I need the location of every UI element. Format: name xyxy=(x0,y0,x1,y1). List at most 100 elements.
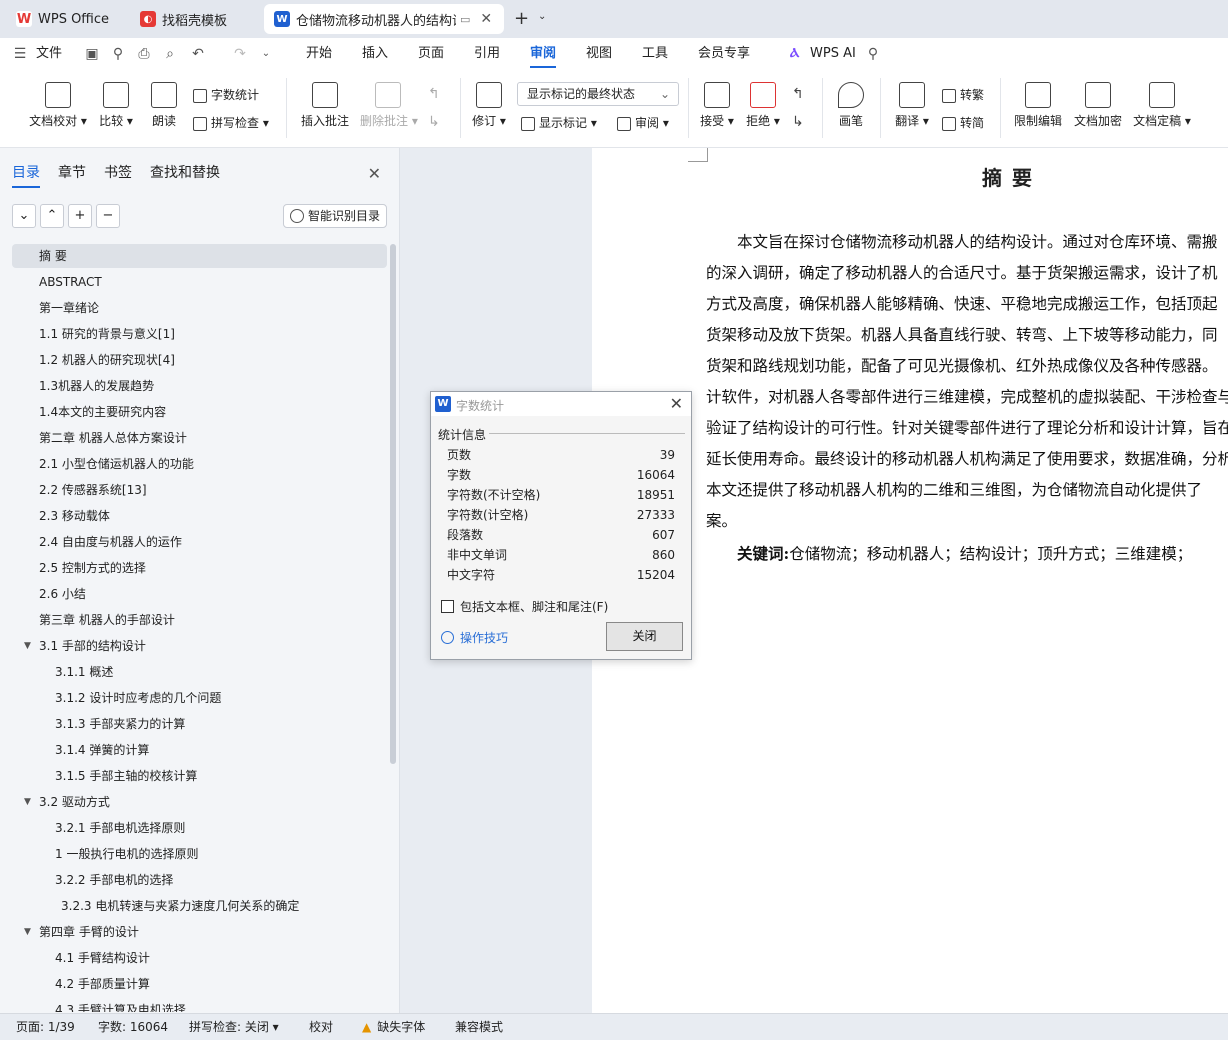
toc-item[interactable]: 摘 要 xyxy=(12,244,387,268)
print-preview-icon[interactable]: ⌕ xyxy=(162,46,178,62)
toc-item[interactable]: 3.1.5 手部主轴的校核计算 xyxy=(12,764,387,788)
toc-item[interactable]: 2.6 小结 xyxy=(12,582,387,606)
spell-check-button[interactable]: 拼写检查 ▾ xyxy=(193,114,269,131)
toc-item[interactable]: ABSTRACT xyxy=(12,270,387,294)
toc-item[interactable]: 2.2 传感器系统[13] xyxy=(12,478,387,502)
toc-item[interactable]: 3.1.4 弹簧的计算 xyxy=(12,738,387,762)
toc-item[interactable]: 4.1 手臂结构设计 xyxy=(12,946,387,970)
tips-link[interactable]: 操作技巧 xyxy=(441,629,508,646)
menu-home[interactable]: 开始 xyxy=(306,38,332,70)
menu-insert[interactable]: 插入 xyxy=(362,38,388,70)
close-button[interactable]: 关闭 xyxy=(606,622,683,651)
remove-heading-button[interactable]: − xyxy=(96,204,120,228)
to-simplified-button[interactable]: 转简 xyxy=(942,114,984,131)
toc-item[interactable]: 1 一般执行电机的选择原则 xyxy=(12,842,387,866)
finalize-button[interactable]: 文档定稿 ▾ xyxy=(1132,82,1192,129)
expand-arrow-icon[interactable]: ▼ xyxy=(24,634,31,658)
read-aloud-button[interactable]: 朗读 xyxy=(146,82,182,129)
toc-item[interactable]: 3.2.1 手部电机选择原则 xyxy=(12,816,387,840)
revise-button[interactable]: 修订 ▾ xyxy=(470,82,508,129)
toc-item[interactable]: 2.4 自由度与机器人的运作 xyxy=(12,530,387,554)
menu-member[interactable]: 会员专享 xyxy=(698,38,750,70)
new-tab-icon[interactable]: + xyxy=(514,8,529,29)
insert-comment-button[interactable]: 插入批注 xyxy=(300,82,350,129)
toc-item[interactable]: 1.1 研究的背景与意义[1] xyxy=(12,322,387,346)
menu-view[interactable]: 视图 xyxy=(586,38,612,70)
pen-button[interactable]: 画笔 xyxy=(834,82,868,129)
word-count-button[interactable]: 字数统计 xyxy=(193,86,259,103)
tab-document[interactable]: W 仓储物流移动机器人的结构设计 ▭ ✕ xyxy=(264,4,504,34)
proofread-indicator[interactable]: 校对 xyxy=(309,1014,333,1040)
previous-comment-icon[interactable]: ↰ xyxy=(428,86,440,102)
menu-file[interactable]: 文件 xyxy=(36,38,62,70)
restrict-edit-button[interactable]: 限制编辑 xyxy=(1012,82,1064,129)
to-traditional-button[interactable]: 转繁 xyxy=(942,86,984,103)
menu-review[interactable]: 审阅 xyxy=(530,38,557,70)
toc-item[interactable]: ▼ 3.1 手部的结构设计 xyxy=(12,634,387,658)
close-icon[interactable]: ✕ xyxy=(368,164,381,183)
share-icon[interactable]: ⚲ xyxy=(110,46,126,62)
toc-item[interactable]: 3.2.3 电机转速与夹紧力速度几何关系的确定 xyxy=(12,894,387,918)
show-markup-button[interactable]: 显示标记 ▾ xyxy=(521,114,597,131)
toc-item[interactable]: 2.1 小型仓储运机器人的功能 xyxy=(12,452,387,476)
menu-references[interactable]: 引用 xyxy=(474,38,500,70)
expand-arrow-icon[interactable]: ▼ xyxy=(24,920,31,944)
tab-docer[interactable]: ◐ 找稻壳模板 xyxy=(130,4,258,34)
toc-item[interactable]: 3.1.2 设计时应考虑的几个问题 xyxy=(12,686,387,710)
close-icon[interactable]: ✕ xyxy=(670,394,683,413)
smart-toc-button[interactable]: 智能识别目录 xyxy=(283,204,387,228)
print-icon[interactable]: ⎙ xyxy=(136,46,152,62)
review-pane-button[interactable]: 审阅 ▾ xyxy=(617,114,669,131)
previous-change-icon[interactable]: ↰ xyxy=(792,86,804,102)
chevron-down-icon[interactable]: ⌄ xyxy=(538,11,546,22)
hamburger-icon[interactable]: ☰ xyxy=(12,46,28,62)
toc-item[interactable]: 1.3机器人的发展趋势 xyxy=(12,374,387,398)
spell-check-indicator[interactable]: 拼写检查: 关闭 ▾ xyxy=(189,1014,279,1040)
add-heading-button[interactable]: + xyxy=(68,204,92,228)
tab-wps-office[interactable]: W WPS Office xyxy=(6,4,124,34)
markup-state-select[interactable]: 显示标记的最终状态 ⌄ xyxy=(517,82,679,106)
page-indicator[interactable]: 页面: 1/39 xyxy=(16,1014,75,1040)
next-comment-icon[interactable]: ↳ xyxy=(428,114,440,130)
tab-chapters[interactable]: 章节 xyxy=(58,162,86,188)
tab-toc[interactable]: 目录 xyxy=(12,162,40,188)
menu-page[interactable]: 页面 xyxy=(418,38,444,70)
toc-item[interactable]: 4.3 手臂计算及电机选择 xyxy=(12,998,387,1012)
toc-item[interactable]: 2.3 移动载体 xyxy=(12,504,387,528)
search-icon[interactable]: ⚲ xyxy=(865,46,881,62)
compare-button[interactable]: 比较 ▾ xyxy=(96,82,136,129)
toc-item[interactable]: 1.2 机器人的研究现状[4] xyxy=(12,348,387,372)
encrypt-button[interactable]: 文档加密 xyxy=(1072,82,1124,129)
save-icon[interactable]: ▣ xyxy=(84,46,100,62)
chevron-down-icon[interactable]: ⌄ xyxy=(258,46,274,62)
next-change-icon[interactable]: ↳ xyxy=(792,114,804,130)
toc-item[interactable]: 第二章 机器人总体方案设计 xyxy=(12,426,387,450)
expand-arrow-icon[interactable]: ▼ xyxy=(24,790,31,814)
include-textbox-checkbox[interactable]: 包括文本框、脚注和尾注(F) xyxy=(441,598,608,615)
toc-item[interactable]: 1.4本文的主要研究内容 xyxy=(12,400,387,424)
window-icon[interactable]: ▭ xyxy=(460,13,470,26)
menu-tools[interactable]: 工具 xyxy=(642,38,668,70)
collapse-all-button[interactable]: ⌄ xyxy=(12,204,36,228)
expand-up-button[interactable]: ⌃ xyxy=(40,204,64,228)
toc-item[interactable]: 3.1.3 手部夹紧力的计算 xyxy=(12,712,387,736)
menu-wps-ai[interactable]: WPS AI xyxy=(810,38,856,70)
toc-item[interactable]: 3.1.1 概述 xyxy=(12,660,387,684)
delete-comment-button[interactable]: 删除批注 ▾ xyxy=(360,82,418,129)
tab-find-replace[interactable]: 查找和替换 xyxy=(150,162,220,188)
close-icon[interactable]: ✕ xyxy=(480,11,492,27)
redo-icon[interactable]: ↷ xyxy=(232,46,248,62)
accept-button[interactable]: 接受 ▾ xyxy=(698,82,736,129)
reject-button[interactable]: 拒绝 ▾ xyxy=(744,82,782,129)
toc-item[interactable]: 3.2.2 手部电机的选择 xyxy=(12,868,387,892)
word-count-indicator[interactable]: 字数: 16064 xyxy=(98,1014,168,1040)
toc-scrollbar[interactable] xyxy=(390,244,396,764)
checkbox[interactable] xyxy=(441,600,454,613)
toc-item[interactable]: 2.5 控制方式的选择 xyxy=(12,556,387,580)
toc-item[interactable]: 第三章 机器人的手部设计 xyxy=(12,608,387,632)
missing-font-indicator[interactable]: ▲ 缺失字体 xyxy=(362,1014,425,1040)
toc-item[interactable]: ▼ 3.2 驱动方式 xyxy=(12,790,387,814)
undo-icon[interactable]: ↶ xyxy=(190,46,206,62)
toc-item[interactable]: 4.2 手部质量计算 xyxy=(12,972,387,996)
tab-bookmarks[interactable]: 书签 xyxy=(104,162,132,188)
